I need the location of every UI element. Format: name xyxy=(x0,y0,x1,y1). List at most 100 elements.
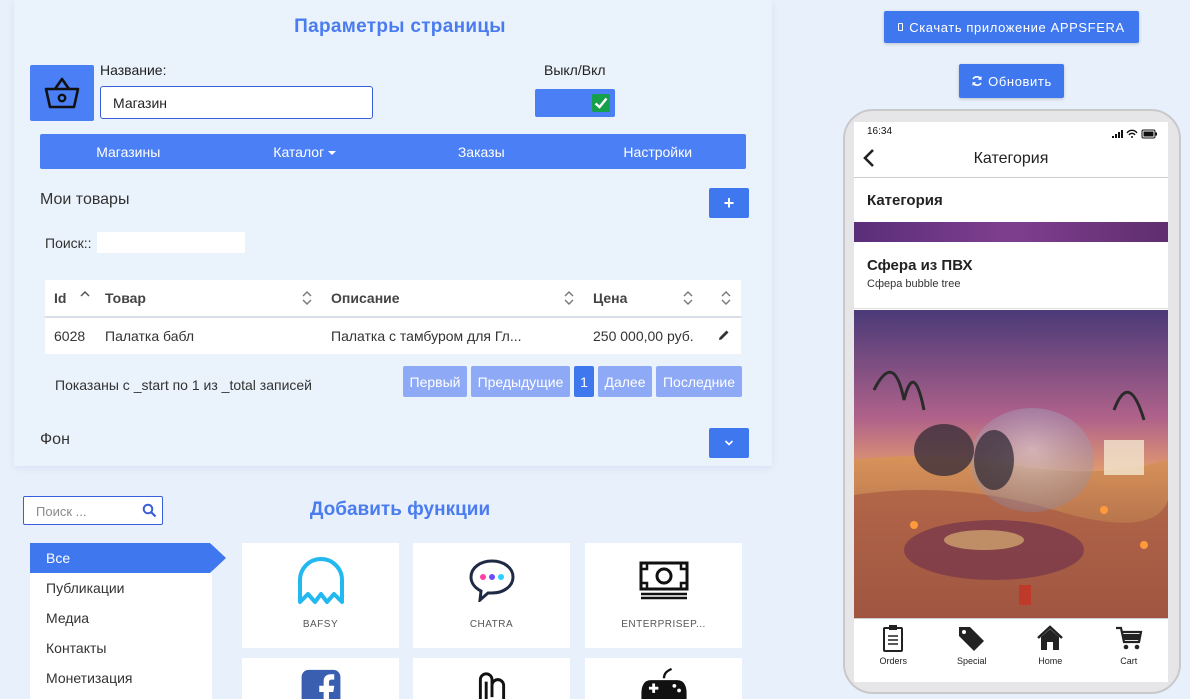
refresh-button[interactable]: Обновить xyxy=(959,64,1064,98)
caret-down-icon xyxy=(328,150,337,155)
pagination-first[interactable]: Первый xyxy=(403,366,467,397)
background-section-title: Фон xyxy=(40,431,70,448)
clipboard-icon xyxy=(883,625,904,652)
enable-toggle[interactable] xyxy=(535,89,615,117)
page-params-title: Параметры страницы xyxy=(294,16,506,37)
download-app-button[interactable]: Скачать приложение APPSFERA xyxy=(884,11,1139,43)
column-header-price[interactable]: Цена xyxy=(584,280,703,318)
column-header-description[interactable]: Описание xyxy=(322,280,584,318)
column-product-label: Товар xyxy=(105,290,146,306)
function-card-bafsy[interactable]: BAFSY xyxy=(242,543,399,648)
phone-item-title[interactable]: Сфера из ПВХ xyxy=(867,257,972,274)
column-header-product[interactable]: Товар xyxy=(96,280,322,318)
cell-product: Палатка бабл xyxy=(105,328,195,344)
facebook-icon xyxy=(301,669,340,699)
column-header-actions[interactable] xyxy=(703,280,741,318)
category-monetization[interactable]: Монетизация xyxy=(30,663,212,693)
tab-orders-label: Orders xyxy=(879,656,907,666)
header-divider xyxy=(854,177,1168,178)
sort-icon xyxy=(721,291,731,305)
column-description-label: Описание xyxy=(331,290,400,306)
nav-item-shops[interactable]: Магазины xyxy=(40,144,217,160)
category-banner-strip xyxy=(854,222,1168,242)
category-media[interactable]: Медиа xyxy=(30,603,212,633)
basket-icon xyxy=(44,77,80,109)
search-label: Поиск:: xyxy=(45,235,92,251)
sort-asc-icon xyxy=(80,290,90,297)
checkbox-checked[interactable] xyxy=(592,94,610,112)
shop-icon-button[interactable] xyxy=(30,65,94,121)
pagination-page-1[interactable]: 1 xyxy=(574,366,594,397)
status-icons xyxy=(1112,126,1158,144)
chat-bubble-icon xyxy=(468,559,515,602)
background-expand-button[interactable] xyxy=(709,428,749,458)
name-input[interactable] xyxy=(100,86,373,119)
nav-item-catalog[interactable]: Каталог xyxy=(217,144,394,160)
tab-orders[interactable]: Orders xyxy=(858,619,928,666)
pagination-previous[interactable]: Предыдущие xyxy=(471,366,570,397)
pencil-icon[interactable] xyxy=(718,329,730,341)
nav-item-catalog-label: Каталог xyxy=(273,143,325,160)
cell-id: 6028 xyxy=(54,328,86,344)
function-card-label: ENTERPRISEP... xyxy=(621,619,706,630)
phone-tab-bar: Orders Special Home Cart xyxy=(854,618,1168,676)
toggle-label: Выкл/Вкл xyxy=(544,62,606,78)
function-categories: Все Публикации Медиа Контакты Монетизаци… xyxy=(30,543,212,699)
function-card-chatra[interactable]: CHATRA xyxy=(413,543,570,648)
function-card-games[interactable] xyxy=(585,658,742,699)
category-all[interactable]: Все xyxy=(30,543,210,573)
add-product-button[interactable]: + xyxy=(709,188,749,218)
refresh-label: Обновить xyxy=(988,73,1052,89)
nav-item-settings[interactable]: Настройки xyxy=(570,144,747,160)
pagination-last[interactable]: Последние xyxy=(656,366,742,397)
table-info-text: Показаны с _start по 1 из _total записей xyxy=(55,377,313,393)
nav-item-orders[interactable]: Заказы xyxy=(393,144,570,160)
table-search-input[interactable] xyxy=(97,232,245,253)
check-icon xyxy=(594,97,608,109)
add-functions-title: Добавить функции xyxy=(309,499,491,520)
phone-category-heading: Категория xyxy=(867,192,943,209)
sort-icon xyxy=(564,291,574,305)
category-contacts[interactable]: Контакты xyxy=(30,633,212,663)
tab-special[interactable]: Special xyxy=(937,619,1007,666)
function-card-enterprise[interactable]: ENTERPRISEP... xyxy=(585,543,742,648)
category-publications[interactable]: Публикации xyxy=(30,573,212,603)
pagination-next[interactable]: Далее xyxy=(598,366,652,397)
phone-item-subtitle: Сфера bubble tree xyxy=(867,278,961,290)
sort-icon xyxy=(302,291,312,305)
column-price-label: Цена xyxy=(593,290,628,306)
phone-header-title: Категория xyxy=(973,150,1049,167)
tab-cart[interactable]: Cart xyxy=(1094,619,1164,666)
cart-icon xyxy=(1115,626,1143,650)
home-icon xyxy=(1037,625,1064,650)
column-id-label: Id xyxy=(54,290,67,306)
tab-home[interactable]: Home xyxy=(1015,619,1085,666)
sort-icon xyxy=(683,291,693,305)
tab-home-label: Home xyxy=(1038,656,1063,666)
function-card-attachment[interactable] xyxy=(413,658,570,699)
money-icon xyxy=(639,561,688,600)
refresh-icon xyxy=(972,76,982,86)
my-products-title: Мои товары xyxy=(40,191,130,208)
battery-icon xyxy=(1112,129,1157,139)
function-search-placeholder: Поиск ... xyxy=(36,504,87,519)
status-time: 16:34 xyxy=(867,126,893,137)
function-search-input[interactable]: Поиск ... xyxy=(23,496,163,525)
function-card-label: BAFSY xyxy=(302,619,339,630)
bafsy-icon xyxy=(297,557,344,604)
table-row[interactable]: 6028 Палатка бабл Палатка с тамбуром для… xyxy=(45,317,741,354)
function-card-label: CHATRA xyxy=(469,619,514,630)
function-card-facebook[interactable] xyxy=(242,658,399,699)
tab-cart-label: Cart xyxy=(1120,656,1138,666)
search-icon[interactable] xyxy=(142,503,157,518)
gamepad-icon xyxy=(640,667,687,699)
tags-icon xyxy=(958,627,984,651)
item-divider xyxy=(854,308,1168,309)
products-table: Id Товар Описание Цена 6028 Палатка бабл xyxy=(45,280,741,354)
tab-special-label: Special xyxy=(956,656,987,666)
column-header-id[interactable]: Id xyxy=(45,280,96,318)
phone-screen: 16:34 Категория Категория Сфера из ПВХ С… xyxy=(854,122,1168,682)
chevron-down-icon xyxy=(724,440,734,446)
bubble-tent-photo xyxy=(854,310,1168,620)
edit-cell[interactable] xyxy=(703,317,741,354)
